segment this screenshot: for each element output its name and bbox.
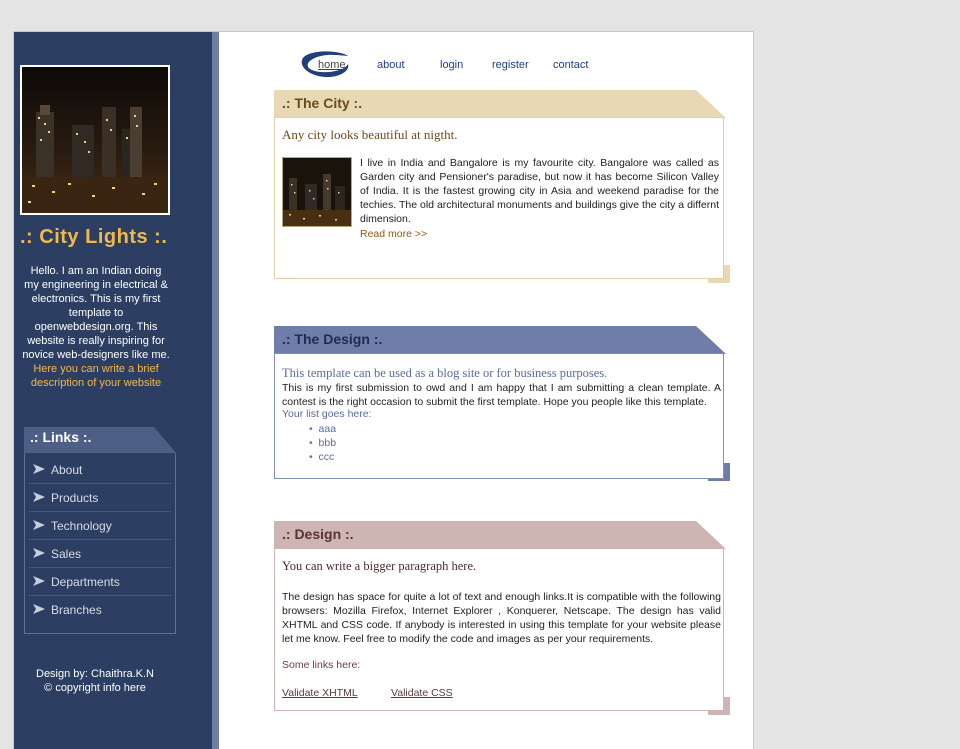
city-night-photo [20, 65, 170, 215]
some-links-label: Some links here: [282, 659, 361, 671]
design-lead: This template can be used as a blog site… [282, 366, 608, 380]
nav-home[interactable]: home [318, 59, 346, 71]
city-thumbnail-image [283, 158, 351, 226]
design2-panel: .: Design :. You can write a bigger para… [274, 521, 732, 717]
sidebar-link-about[interactable]: About [29, 456, 171, 484]
arrow-right-icon [33, 464, 45, 474]
design2-content: You can write a bigger paragraph here. T… [274, 548, 724, 711]
sidebar-link-label: About [51, 463, 83, 477]
sidebar-link-label: Sales [51, 547, 82, 561]
sidebar-link-products[interactable]: Products [29, 484, 171, 512]
design-title: .: The Design :. [282, 331, 383, 347]
nav-contact[interactable]: contact [553, 59, 588, 71]
sidebar-edge [212, 32, 219, 749]
list-item: • bbb [309, 437, 337, 449]
validate-css-link[interactable]: Validate CSS [391, 687, 453, 699]
top-nav: home about login register contact [300, 50, 620, 80]
intro-highlight: Here you can write a brief description o… [30, 363, 162, 389]
city-panel: .: The City :. Any city looks beautiful … [274, 90, 732, 285]
design2-title: .: Design :. [282, 526, 354, 542]
city-title: .: The City :. [282, 95, 363, 111]
city-content: Any city looks beautiful at nigtht. I li… [274, 117, 724, 279]
intro-text: Hello. I am an Indian doing my engineeri… [22, 265, 170, 361]
arrow-right-icon [33, 520, 45, 530]
list-title: Your list goes here: [282, 408, 372, 420]
site-title: .: City Lights :. [20, 226, 168, 248]
design-body: This is my first submission to owd and I… [282, 382, 721, 408]
nav-register[interactable]: register [492, 59, 529, 71]
sidebar-link-label: Branches [51, 603, 102, 617]
city-lead: Any city looks beautiful at nigtht. [282, 127, 458, 142]
links-box: .: Links :. About Products Technology Sa… [24, 427, 176, 634]
links-title: .: Links :. [30, 429, 92, 445]
city-thumbnail [282, 157, 352, 227]
arrow-right-icon [33, 604, 45, 614]
validate-xhtml-link[interactable]: Validate XHTML [282, 687, 358, 699]
footer-copyright: © copyright info here [44, 682, 146, 694]
arrow-right-icon [33, 576, 45, 586]
sidebar-link-sales[interactable]: Sales [29, 540, 171, 568]
city-skyline-image [22, 67, 168, 213]
list-item: • aaa [309, 423, 337, 435]
sidebar-link-departments[interactable]: Departments [29, 568, 171, 596]
read-more-link[interactable]: Read more >> [360, 228, 427, 240]
site-intro: Hello. I am an Indian doing my engineeri… [22, 264, 170, 390]
nav-login[interactable]: login [440, 59, 463, 71]
design-panel: .: The Design :. This template can be us… [274, 326, 732, 482]
sidebar-link-technology[interactable]: Technology [29, 512, 171, 540]
sidebar-link-label: Departments [51, 575, 120, 589]
design2-body: The design has space for quite a lot of … [282, 591, 721, 645]
sidebar-link-label: Products [51, 491, 99, 505]
arrow-right-icon [33, 548, 45, 558]
arrow-right-icon [33, 492, 45, 502]
footer-credit: Design by: Chaithra.K.N [36, 668, 154, 680]
nav-about[interactable]: about [377, 59, 405, 71]
design-content: This template can be used as a blog site… [274, 353, 724, 479]
sample-list: • aaa • bbb • ccc [309, 422, 336, 464]
list-item: • ccc [309, 451, 335, 463]
design2-lead: You can write a bigger paragraph here. [282, 559, 477, 573]
sidebar-link-label: Technology [51, 519, 112, 533]
sidebar-link-branches[interactable]: Branches [29, 596, 171, 623]
city-body: I live in India and Bangalore is my favo… [360, 157, 719, 225]
links-list: About Products Technology Sales Departme… [24, 453, 176, 634]
sidebar-footer: Design by: Chaithra.K.N © copyright info… [20, 667, 170, 695]
